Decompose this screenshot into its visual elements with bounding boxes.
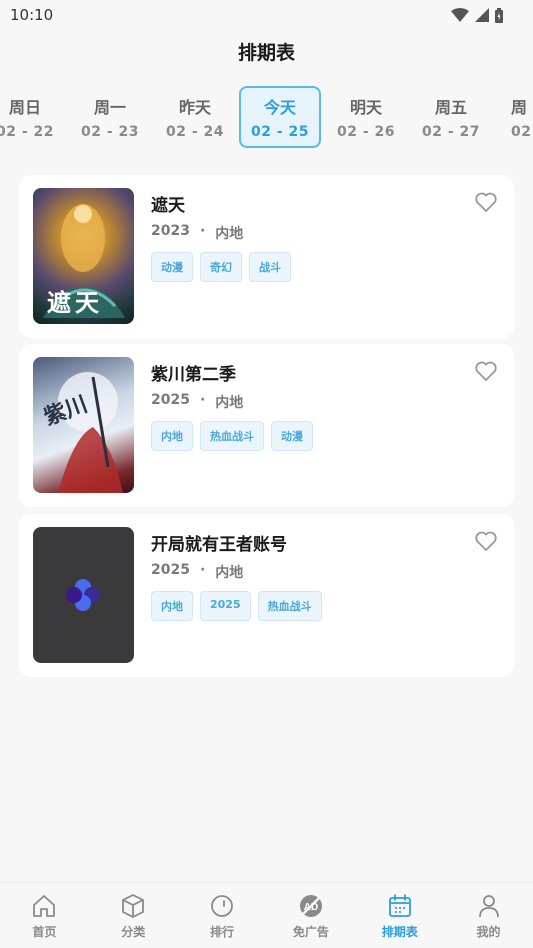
show-year: 2025	[151, 392, 190, 408]
show-meta: 2023 · 内地	[151, 223, 243, 243]
tag: 内地	[151, 591, 193, 621]
day-tab-sunday[interactable]: 周日 02 - 22	[0, 86, 66, 148]
tag: 热血战斗	[257, 591, 322, 621]
nav-no-ads[interactable]: AD 免广告	[271, 892, 351, 940]
day-name: 明天	[349, 98, 382, 117]
tag: 动漫	[151, 252, 193, 282]
signal-icon	[475, 8, 489, 22]
show-title[interactable]: 遮天	[151, 191, 185, 216]
meta-separator: ·	[199, 392, 206, 408]
nav-label: 排行	[210, 924, 235, 939]
day-name: 周五	[434, 98, 467, 117]
poster-image[interactable]: 遮天	[33, 188, 134, 324]
nav-category[interactable]: 分类	[93, 892, 173, 940]
day-date: 02 - 27	[421, 124, 481, 140]
tag-list: 动漫 奇幻 战斗	[151, 252, 291, 282]
day-date: 02 - 22	[0, 124, 55, 140]
show-card[interactable]: 开局就有王者账号 2025 · 内地 内地 2025 热血战斗	[19, 514, 514, 677]
day-date: 02 - 25	[250, 124, 310, 140]
bottom-nav: 首页 分类 排行 AD 免广告 排期表 我的	[0, 882, 533, 948]
nav-label: 排期表	[381, 924, 418, 939]
day-tab-monday[interactable]: 周一 02 - 23	[69, 86, 151, 148]
favorite-heart-icon[interactable]	[474, 530, 498, 552]
show-title[interactable]: 紫川第二季	[151, 360, 236, 385]
show-meta: 2025 · 内地	[151, 392, 243, 412]
meta-separator: ·	[199, 562, 206, 578]
tag: 奇幻	[200, 252, 242, 282]
tag-list: 内地 2025 热血战斗	[151, 591, 322, 621]
nav-profile[interactable]: 我的	[449, 892, 529, 940]
show-card[interactable]: 紫川 紫川第二季 2025 · 内地 内地 热血战斗 动漫	[19, 344, 514, 507]
day-date: 02 - 23	[80, 124, 140, 140]
poster-image[interactable]: 紫川	[33, 357, 134, 493]
day-tab-tomorrow[interactable]: 明天 02 - 26	[325, 86, 407, 148]
show-region: 内地	[215, 565, 244, 581]
nav-label: 首页	[32, 924, 57, 939]
wifi-icon	[451, 8, 469, 22]
poster-placeholder[interactable]	[33, 527, 134, 663]
favorite-heart-icon[interactable]	[474, 191, 498, 213]
home-icon	[33, 894, 56, 917]
show-year: 2023	[151, 223, 190, 239]
day-date: 02 - 24	[165, 124, 225, 140]
day-selector: 周日 02 - 22 周一 02 - 23 昨天 02 - 24 今天 02 -…	[0, 86, 533, 150]
calendar-icon	[388, 893, 411, 917]
meta-separator: ·	[199, 223, 206, 239]
show-title[interactable]: 开局就有王者账号	[151, 530, 287, 555]
status-icons	[451, 7, 503, 23]
nav-ranking[interactable]: 排行	[182, 892, 262, 940]
nav-label: 我的	[476, 924, 501, 939]
day-tab-yesterday[interactable]: 昨天 02 - 24	[154, 86, 236, 148]
ranking-icon	[211, 894, 233, 917]
status-time: 10:10	[10, 6, 54, 24]
day-name: 周一	[93, 98, 126, 117]
favorite-heart-icon[interactable]	[474, 360, 498, 382]
nav-home[interactable]: 首页	[4, 892, 84, 940]
status-bar: 10:10	[0, 0, 533, 30]
page-title: 排期表	[237, 42, 295, 64]
show-card[interactable]: 遮天 遮天 2023 · 内地 动漫 奇幻 战斗	[19, 175, 514, 338]
day-date: 02	[511, 124, 532, 140]
day-date: 02 - 26	[336, 124, 396, 140]
day-tab-friday[interactable]: 周五 02 - 27	[410, 86, 492, 148]
show-meta: 2025 · 内地	[151, 562, 243, 582]
nav-schedule[interactable]: 排期表	[360, 892, 440, 940]
day-name: 周日	[8, 98, 41, 117]
no-ads-icon: AD	[299, 894, 322, 917]
loading-spinner-icon	[66, 579, 100, 611]
tag: 2025	[200, 591, 251, 621]
show-region: 内地	[215, 226, 244, 242]
battery-icon	[495, 7, 503, 23]
profile-icon	[478, 894, 499, 917]
nav-label: 分类	[121, 924, 146, 939]
cube-icon	[122, 893, 145, 918]
nav-label: 免广告	[292, 924, 329, 939]
tag-list: 内地 热血战斗 动漫	[151, 421, 313, 451]
show-region: 内地	[215, 395, 244, 411]
day-name: 昨天	[178, 98, 211, 117]
day-name: 周	[511, 98, 528, 117]
day-name: 今天	[263, 98, 296, 117]
show-year: 2025	[151, 562, 190, 578]
day-tab-saturday[interactable]: 周 02	[495, 86, 533, 148]
tag: 动漫	[271, 421, 313, 451]
day-tab-today[interactable]: 今天 02 - 25	[239, 86, 321, 148]
poster-caption: 遮天	[47, 288, 103, 317]
tag: 热血战斗	[200, 421, 264, 451]
tag: 战斗	[249, 252, 291, 282]
tag: 内地	[151, 421, 193, 451]
